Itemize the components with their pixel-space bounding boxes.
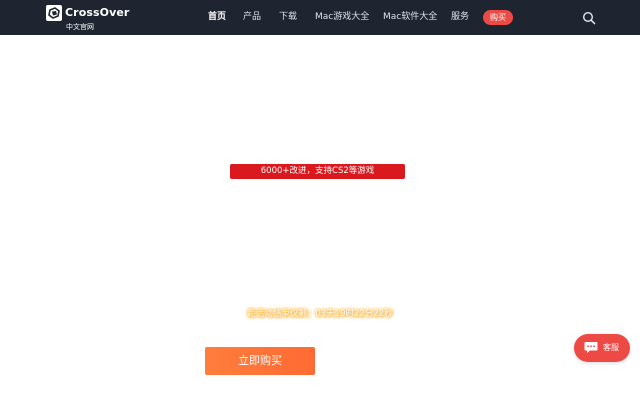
page: CrossOver 中文官网 首页 产品 下载 Mac游戏大全 Mac软件大全 … (0, 0, 640, 400)
nav-service[interactable]: 服务 (451, 11, 469, 23)
nav-mac-software[interactable]: Mac软件大全 (383, 11, 437, 23)
customer-service-button[interactable]: 客服 (574, 334, 630, 362)
brand-subtitle: 中文官网 (66, 23, 94, 31)
brand-logo[interactable]: CrossOver 中文官网 (46, 4, 136, 32)
chat-bubble-icon (584, 342, 598, 353)
nav-products[interactable]: 产品 (243, 11, 261, 23)
customer-service-label: 客服 (603, 343, 619, 352)
site-header: CrossOver 中文官网 首页 产品 下载 Mac游戏大全 Mac软件大全 … (0, 0, 640, 35)
buy-now-button[interactable]: 立即购买 (205, 347, 315, 375)
nav-mac-games[interactable]: Mac游戏大全 (315, 11, 369, 23)
brand-name: CrossOver (65, 6, 130, 19)
promo-banner[interactable]: 6000+改进，支持CS2等游戏 (230, 164, 405, 179)
crossover-logo-icon (46, 5, 62, 21)
search-icon[interactable] (582, 11, 596, 25)
nav-home[interactable]: 首页 (208, 11, 226, 23)
nav-buy-button[interactable]: 购买 (483, 10, 513, 25)
nav-download[interactable]: 下载 (279, 11, 297, 23)
countdown-timer: 距活动结束仅剩：03天19时22分22秒 (247, 309, 393, 319)
